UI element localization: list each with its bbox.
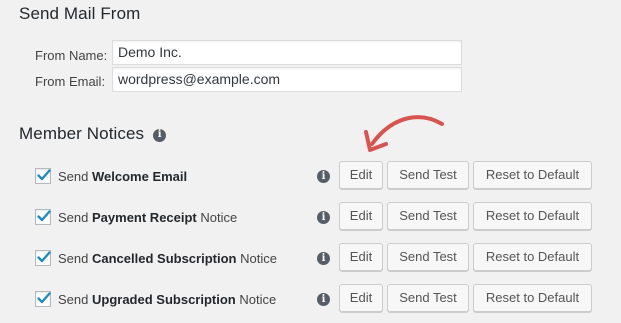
member-notices-heading: Member Notices i [19, 124, 167, 144]
send-test-button[interactable]: Send Test [387, 202, 469, 230]
send-test-button[interactable]: Send Test [387, 284, 469, 312]
notice-prefix: Send [58, 169, 89, 184]
notice-label: Send Payment Receipt Notice [58, 210, 237, 225]
from-email-input[interactable]: wordpress@example.com [112, 67, 462, 92]
reset-to-default-button[interactable]: Reset to Default [473, 243, 592, 271]
reset-to-default-button[interactable]: Reset to Default [473, 161, 592, 189]
info-icon[interactable]: i [153, 128, 167, 142]
info-icon[interactable]: i [317, 293, 330, 306]
reset-to-default-button[interactable]: Reset to Default [473, 202, 592, 230]
notice-suffix: Notice [240, 251, 277, 266]
edit-button[interactable]: Edit [339, 243, 383, 271]
info-icon[interactable]: i [317, 211, 330, 224]
notice-label: Send Cancelled Subscription Notice [58, 251, 277, 266]
from-name-input[interactable]: Demo Inc. [112, 40, 462, 65]
notice-prefix: Send [58, 210, 89, 225]
notice-name: Payment Receipt [92, 210, 197, 225]
from-name-label: From Name: [35, 48, 108, 63]
send-test-button[interactable]: Send Test [387, 243, 469, 271]
notice-checkbox[interactable] [35, 291, 51, 307]
send-test-button[interactable]: Send Test [387, 161, 469, 189]
info-icon[interactable]: i [317, 252, 330, 265]
member-notices-title: Member Notices [19, 124, 145, 143]
from-email-label: From Email: [35, 74, 106, 89]
notice-row: Send Payment Receipt Notice i Edit Send … [0, 202, 621, 232]
checkmark-icon [37, 169, 51, 181]
notice-prefix: Send [58, 251, 89, 266]
info-icon[interactable]: i [317, 170, 330, 183]
notice-name: Upgraded Subscription [92, 292, 236, 307]
annotation-arrow-icon [364, 115, 444, 152]
notice-name: Welcome Email [92, 169, 188, 184]
notice-checkbox[interactable] [35, 168, 51, 184]
checkmark-icon [37, 251, 51, 263]
notice-row: Send Welcome Email i Edit Send Test Rese… [0, 161, 621, 191]
notice-prefix: Send [58, 292, 89, 307]
notice-checkbox[interactable] [35, 209, 51, 225]
edit-button[interactable]: Edit [339, 284, 383, 312]
reset-to-default-button[interactable]: Reset to Default [473, 284, 592, 312]
edit-button[interactable]: Edit [339, 202, 383, 230]
checkmark-icon [37, 292, 51, 304]
send-mail-from-heading: Send Mail From [19, 4, 141, 23]
notice-suffix: Notice [200, 210, 238, 225]
edit-button[interactable]: Edit [339, 161, 383, 189]
notice-name: Cancelled Subscription [92, 251, 237, 266]
notice-label: Send Upgraded Subscription Notice [58, 292, 276, 307]
notice-row: Send Upgraded Subscription Notice i Edit… [0, 284, 621, 314]
checkmark-icon [37, 210, 51, 222]
notice-checkbox[interactable] [35, 250, 51, 266]
notice-label: Send Welcome Email [58, 169, 187, 184]
notice-row: Send Cancelled Subscription Notice i Edi… [0, 243, 621, 273]
notice-suffix: Notice [239, 292, 277, 307]
